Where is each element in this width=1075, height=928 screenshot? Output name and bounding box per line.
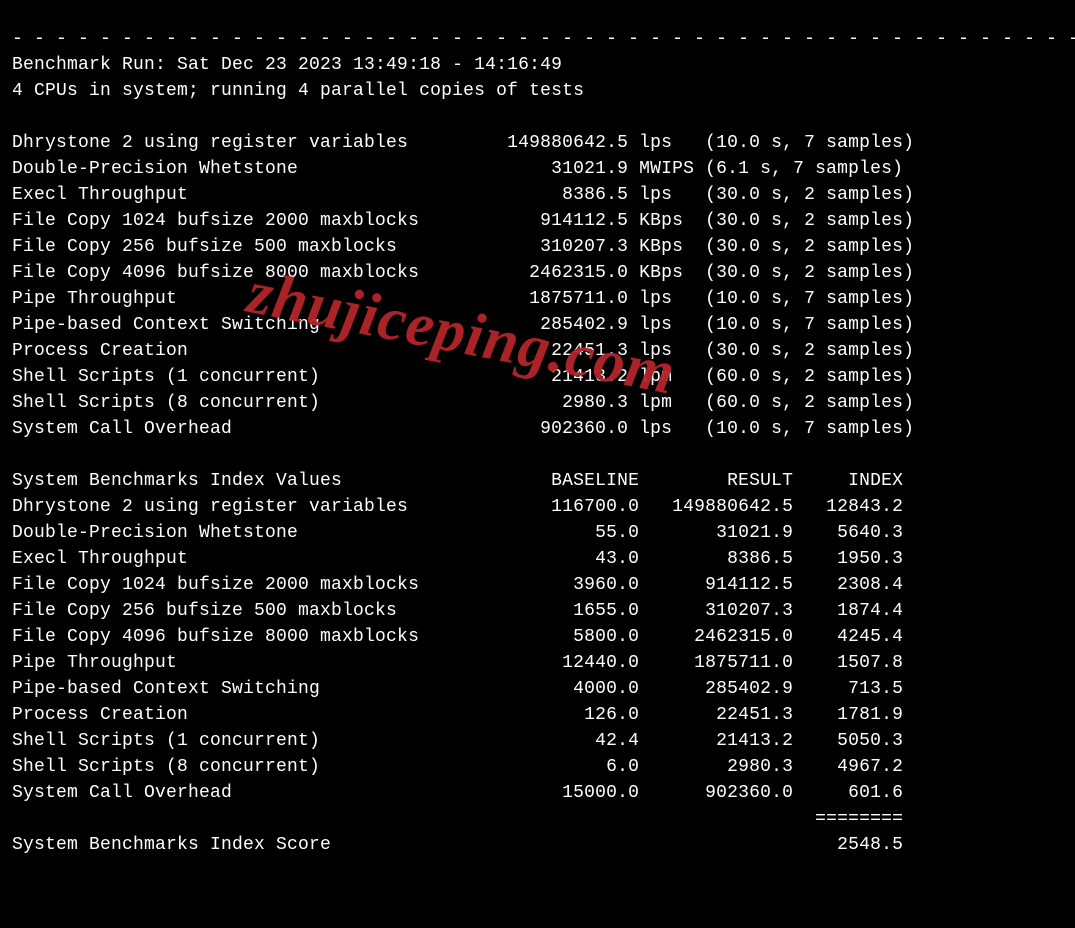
terminal-output: - - - - - - - - - - - - - - - - - - - - …	[0, 0, 1075, 858]
cpu-header-line: 4 CPUs in system; running 4 parallel cop…	[12, 81, 584, 101]
run-header-line: Benchmark Run: Sat Dec 23 2023 13:49:18 …	[12, 55, 562, 75]
index-table-block: System Benchmarks Index Values BASELINE …	[12, 471, 903, 855]
separator-line: - - - - - - - - - - - - - - - - - - - - …	[12, 29, 1075, 49]
results-block: Dhrystone 2 using register variables 149…	[12, 133, 914, 439]
